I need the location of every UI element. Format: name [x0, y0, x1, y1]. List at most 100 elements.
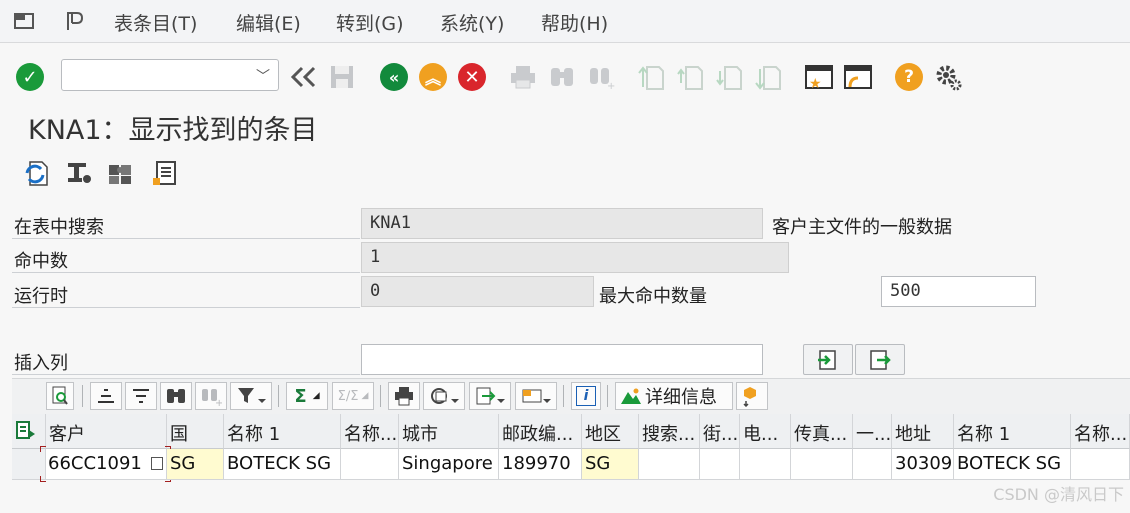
table-cell-name2[interactable]	[341, 449, 399, 480]
column-header[interactable]: 地区	[582, 414, 639, 449]
selection-criteria-icon[interactable]	[64, 158, 94, 188]
table-cell-misc[interactable]	[853, 449, 892, 480]
table-cell-phone[interactable]	[740, 449, 791, 480]
filter-button[interactable]	[230, 382, 272, 410]
table-cell-search-term[interactable]	[639, 449, 700, 480]
cancel-icon[interactable]: ✕	[457, 62, 487, 92]
chevron-down-icon: ◢	[361, 391, 369, 401]
layout-button[interactable]	[515, 382, 557, 410]
runtime-field: 0	[361, 276, 594, 307]
max-hits-input[interactable]: 500	[881, 276, 1036, 307]
column-header[interactable]: 名称 1	[954, 414, 1071, 449]
command-field[interactable]: ﹀	[61, 59, 279, 91]
menu-table-entry[interactable]: 表条目(T)	[114, 9, 197, 36]
document-list-icon[interactable]	[150, 158, 180, 188]
menu-icon[interactable]	[14, 12, 36, 30]
table-cell-address[interactable]: 30309	[892, 449, 954, 480]
sort-ascending-button[interactable]	[90, 382, 122, 410]
table-cell-customer[interactable]: 66CC1091	[46, 449, 167, 480]
column-header[interactable]: 名称...	[1071, 414, 1130, 449]
sort-descending-button[interactable]	[125, 382, 157, 410]
column-header[interactable]: 地址	[892, 414, 954, 449]
export-column-button[interactable]	[855, 344, 905, 375]
export-icon	[476, 387, 505, 405]
menu-help[interactable]: 帮助(H)	[541, 9, 608, 36]
menu-edit[interactable]: 编辑(E)	[236, 9, 301, 36]
back-icon[interactable]: «	[379, 62, 409, 92]
column-header[interactable]: 名称...	[341, 414, 399, 449]
table-name-field: KNA1	[361, 208, 763, 239]
column-header[interactable]: 名称 1	[224, 414, 341, 449]
sum-button[interactable]: Σ ◢	[286, 382, 328, 410]
insert-icon	[818, 349, 836, 370]
menu-goto[interactable]: 转到(G)	[336, 9, 404, 36]
find-button[interactable]	[160, 382, 192, 410]
column-header[interactable]: 街...	[700, 414, 740, 449]
column-header[interactable]: 一...	[853, 414, 892, 449]
result-grid: 客户 国 名称 1 名称... 城市 邮政编... 地区 搜索... 街... …	[12, 414, 1130, 513]
select-all-icon[interactable]	[12, 414, 46, 449]
save-icon	[327, 62, 357, 92]
toolbar-separator	[278, 385, 279, 407]
insert-column-button[interactable]	[803, 344, 853, 375]
table-cell-name1[interactable]: BOTECK SG	[224, 449, 341, 480]
column-header[interactable]: 传真...	[791, 414, 853, 449]
mountain-icon	[621, 388, 641, 404]
search-in-table-label: 在表中搜索	[14, 217, 104, 238]
column-header[interactable]: 国	[167, 414, 224, 449]
exit-icon[interactable]: ︽	[418, 62, 448, 92]
find-icon	[547, 62, 577, 92]
binoculars-plus-icon: +	[202, 389, 222, 406]
puzzle-icon[interactable]	[106, 158, 136, 188]
table-cell-country[interactable]: SG	[167, 449, 224, 480]
details-view-button[interactable]	[46, 382, 74, 410]
menu-bar: 表条目(T) 编辑(E) 转到(G) 系统(Y) 帮助(H)	[0, 0, 1130, 43]
alv-toolbar: + Σ ◢ Σ∕Σ ◢ i 详细信息	[12, 378, 1130, 415]
column-header[interactable]: 搜索...	[639, 414, 700, 449]
table-cell-region[interactable]: SG	[582, 449, 639, 480]
refresh-icon[interactable]	[21, 158, 51, 188]
column-header[interactable]: 客户	[46, 414, 167, 449]
column-header[interactable]: 城市	[399, 414, 499, 449]
hits-label: 命中数	[14, 251, 68, 272]
table-cell-postal-code[interactable]: 189970	[499, 449, 582, 480]
chevron-down-icon: ◢	[312, 391, 320, 401]
filter-icon	[238, 388, 266, 403]
next-page-icon	[714, 62, 744, 92]
sort-descending-icon	[133, 389, 149, 403]
insert-column-input[interactable]	[361, 344, 763, 375]
subtotal-button: Σ∕Σ ◢	[332, 382, 374, 410]
table-cell-name2-b[interactable]	[1071, 449, 1130, 480]
settings-gear-icon[interactable]	[933, 62, 963, 92]
table-cell-name1-b[interactable]: BOTECK SG	[954, 449, 1071, 480]
menu-system[interactable]: 系统(Y)	[440, 9, 504, 36]
view-button[interactable]	[423, 382, 465, 410]
row-divider	[12, 374, 360, 375]
chevron-down-icon[interactable]: ﹀	[256, 66, 270, 86]
copy-icon[interactable]	[150, 457, 163, 470]
info-button[interactable]: i	[571, 382, 601, 410]
help-icon[interactable]: ?	[894, 62, 924, 92]
print-button[interactable]	[388, 382, 420, 410]
subtotal-icon: Σ∕Σ	[337, 388, 359, 404]
view-icon	[431, 388, 459, 404]
table-cell-street[interactable]	[700, 449, 740, 480]
table-cell-city[interactable]: Singapore	[399, 449, 499, 480]
find-next-button: +	[195, 382, 227, 410]
export-button[interactable]	[469, 382, 511, 410]
shortcut-icon[interactable]	[843, 62, 873, 92]
column-header[interactable]: 电...	[740, 414, 791, 449]
sap-p-icon[interactable]	[64, 10, 86, 32]
details-info-button[interactable]: 详细信息	[615, 382, 733, 410]
column-header[interactable]: 邮政编...	[499, 414, 582, 449]
toolbar-separator	[82, 385, 83, 407]
layout-icon	[522, 389, 551, 403]
sort-button[interactable]	[736, 382, 768, 410]
first-page-icon	[636, 62, 666, 92]
new-session-icon[interactable]: ★	[804, 62, 834, 92]
enter-check-icon[interactable]: ✓	[15, 62, 45, 92]
row-selector[interactable]	[12, 449, 46, 480]
sort-icon	[743, 387, 756, 407]
table-cell-fax[interactable]	[791, 449, 853, 480]
double-chevron-left-icon[interactable]	[289, 62, 319, 92]
